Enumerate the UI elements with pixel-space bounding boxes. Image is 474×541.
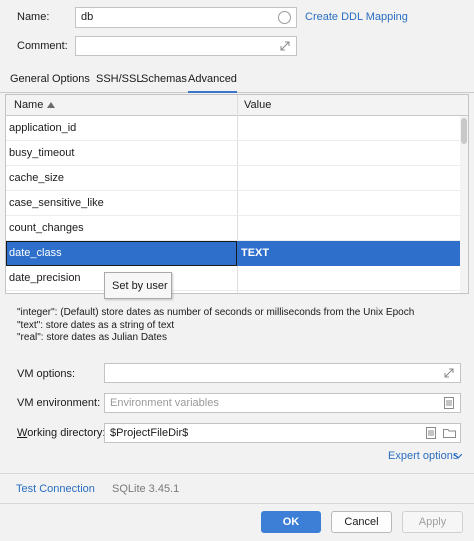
sort-ascending-icon <box>47 102 55 108</box>
working-directory-value: $ProjectFileDir$ <box>110 427 189 439</box>
advanced-properties-table: Name Value application_id busy_timeout c… <box>5 94 469 294</box>
tab-schemas[interactable]: Schemas <box>141 73 187 93</box>
driver-version: SQLite 3.45.1 <box>112 483 180 495</box>
folder-icon[interactable] <box>443 428 456 438</box>
row-name: date_class <box>9 247 62 259</box>
table-row[interactable]: count_changes <box>6 216 466 241</box>
color-circle-icon[interactable] <box>278 11 291 24</box>
tab-advanced[interactable]: Advanced <box>188 73 237 93</box>
column-header-name[interactable]: Name <box>14 99 43 111</box>
table-row[interactable]: date_precision <box>6 266 466 291</box>
table-row[interactable]: cache_size <box>6 166 466 191</box>
expert-options-link[interactable]: Expert options <box>388 450 458 462</box>
vm-environment-input[interactable]: Environment variables <box>104 393 461 413</box>
row-name: count_changes <box>9 222 84 234</box>
vm-options-label: VM options: <box>17 368 76 380</box>
tooltip: Set by user <box>104 272 172 299</box>
tab-ssh-ssl[interactable]: SSH/SSL <box>96 73 142 93</box>
apply-button[interactable]: Apply <box>402 511 463 533</box>
chevron-down-icon[interactable] <box>454 454 462 459</box>
test-connection-link[interactable]: Test Connection <box>16 483 95 495</box>
row-name: cache_size <box>9 172 65 184</box>
row-name: busy_timeout <box>9 147 75 159</box>
working-directory-input[interactable]: $ProjectFileDir$ <box>104 423 461 443</box>
row-name: application_id <box>9 122 77 134</box>
row-value[interactable]: TEXT <box>241 247 269 259</box>
column-header-value[interactable]: Value <box>244 99 271 111</box>
vm-environment-placeholder: Environment variables <box>110 397 219 409</box>
expand-icon[interactable] <box>280 41 290 51</box>
expand-icon[interactable] <box>444 368 454 378</box>
table-row[interactable]: case_sensitive_like <box>6 191 466 216</box>
tab-general[interactable]: General <box>10 73 49 93</box>
cancel-button[interactable]: Cancel <box>331 511 392 533</box>
scrollbar-thumb[interactable] <box>461 118 467 144</box>
description-line: "real": store dates as Julian Dates <box>17 332 167 343</box>
table-row[interactable]: busy_timeout <box>6 141 466 166</box>
ok-button[interactable]: OK <box>261 511 321 533</box>
name-label: Name: <box>17 11 50 23</box>
table-scrollbar[interactable] <box>460 116 468 293</box>
working-directory-label: Working directory: <box>17 427 105 439</box>
table-row[interactable]: application_id <box>6 116 466 141</box>
mnemonic-char: W <box>17 427 28 439</box>
document-icon[interactable] <box>426 427 436 439</box>
create-ddl-mapping-link[interactable]: Create DDL Mapping <box>305 11 408 23</box>
document-icon[interactable] <box>444 397 454 409</box>
comment-label: Comment: <box>17 40 68 52</box>
divider <box>0 473 474 474</box>
row-name: date_precision <box>9 272 81 284</box>
divider <box>0 503 474 504</box>
name-input[interactable]: db <box>75 7 297 28</box>
tab-bar: General Options SSH/SSL Schemas Advanced <box>0 69 474 93</box>
vm-environment-label: VM environment: <box>17 397 101 409</box>
row-name: case_sensitive_like <box>9 197 104 209</box>
vm-options-input[interactable] <box>104 363 461 383</box>
working-directory-label-text: orking directory: <box>27 427 106 439</box>
comment-input[interactable] <box>75 36 297 56</box>
property-description: "integer": (Default) store dates as numb… <box>17 307 414 345</box>
name-value: db <box>81 11 94 23</box>
tab-options[interactable]: Options <box>52 73 90 93</box>
table-row-selected[interactable]: date_class TEXT <box>6 241 466 266</box>
description-line: "text": store dates as a string of text <box>17 319 175 331</box>
description-line: "integer": (Default) store dates as numb… <box>17 307 415 318</box>
